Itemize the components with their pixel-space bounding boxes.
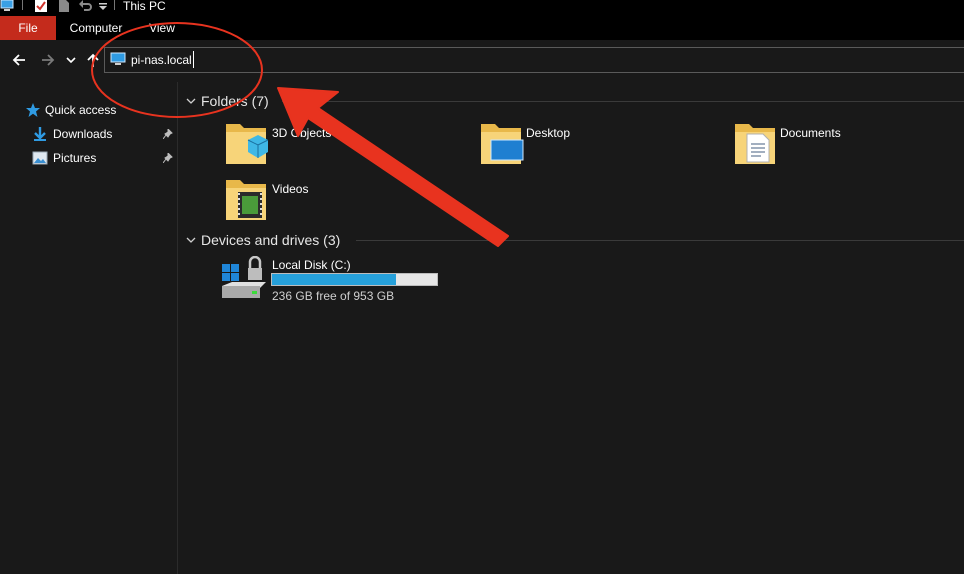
- this-pc-icon: [0, 0, 14, 11]
- customize-toolbar-dropdown-icon[interactable]: [98, 2, 108, 12]
- tab-file[interactable]: File: [0, 16, 56, 40]
- window-title: This PC: [123, 0, 166, 13]
- drive-free-space: 236 GB free of 953 GB: [272, 289, 395, 303]
- tab-view[interactable]: View: [140, 16, 184, 40]
- pin-icon[interactable]: [163, 153, 173, 163]
- sidebar-item-label: Downloads: [53, 127, 113, 141]
- star-icon: [26, 103, 40, 117]
- drive-label: Local Disk (C:): [272, 258, 351, 272]
- folder-label: Videos: [272, 182, 309, 196]
- folder-label: Documents: [780, 126, 841, 140]
- group-header-folders[interactable]: Folders (7): [201, 92, 269, 110]
- pin-icon[interactable]: [163, 129, 173, 139]
- back-arrow-icon[interactable]: [10, 50, 28, 70]
- collapse-chevron-icon[interactable]: [186, 97, 196, 105]
- toolbar-separator: [114, 0, 115, 10]
- forward-arrow-icon[interactable]: [39, 50, 57, 70]
- 3d-objects-folder-icon: [226, 124, 269, 164]
- folder-label: 3D Objects: [272, 126, 332, 140]
- group-divider: [356, 240, 964, 241]
- address-bar[interactable]: [104, 47, 964, 73]
- address-input[interactable]: pi-nas.local: [131, 52, 192, 68]
- properties-icon[interactable]: [34, 0, 48, 12]
- documents-folder-icon: [735, 124, 775, 164]
- new-folder-icon[interactable]: [58, 0, 70, 12]
- drive-usage-bar: [271, 273, 438, 286]
- undo-icon[interactable]: [78, 0, 92, 12]
- sidebar-item-label: Pictures: [53, 151, 97, 165]
- desktop-folder-icon: [481, 124, 524, 164]
- recent-locations-chevron-icon[interactable]: [65, 50, 77, 70]
- download-icon: [34, 127, 46, 141]
- drive-usage-fill: [272, 274, 396, 285]
- group-header-devices-and-drives[interactable]: Devices and drives (3): [201, 231, 340, 249]
- pictures-icon: [32, 151, 48, 165]
- collapse-chevron-icon[interactable]: [186, 236, 196, 244]
- text-caret: [193, 51, 194, 68]
- toolbar-separator: [22, 0, 23, 10]
- computer-icon: [110, 52, 126, 65]
- folder-label: Desktop: [526, 126, 571, 140]
- group-divider: [282, 101, 964, 102]
- sidebar-item-label: Quick access: [45, 103, 117, 117]
- local-disk-drive-icon: [222, 256, 266, 298]
- tab-computer[interactable]: Computer: [60, 16, 132, 40]
- up-arrow-icon[interactable]: [86, 50, 100, 70]
- videos-folder-icon: [226, 180, 266, 220]
